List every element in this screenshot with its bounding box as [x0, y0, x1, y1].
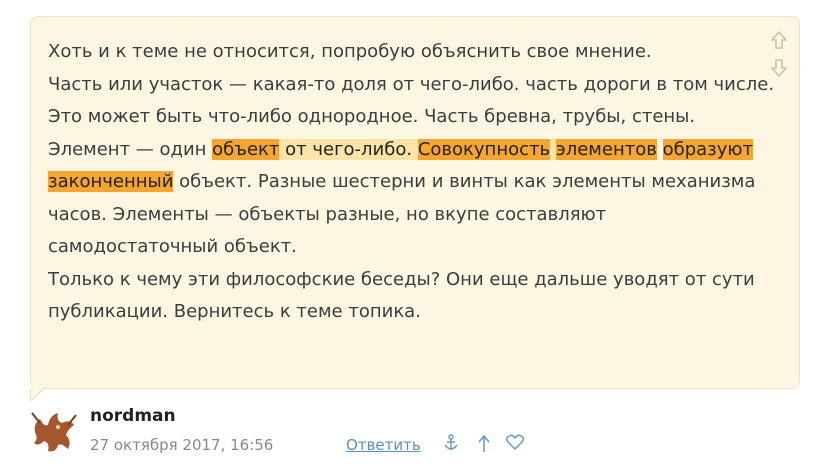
comment-date: 27 октября 2017, 16:56	[90, 436, 274, 454]
text-segment: Часть или участок — какая-то доля от чег…	[48, 73, 775, 128]
heart-icon[interactable]	[505, 434, 525, 456]
text-segment: Хоть и к теме не относится, попробую объ…	[48, 41, 652, 62]
vote-up-icon[interactable]	[768, 30, 790, 52]
highlighted-term: Совокупность	[417, 138, 551, 160]
highlighted-phrase: от чего-либо.	[285, 138, 413, 160]
anchor-icon[interactable]	[441, 434, 461, 456]
text-segment	[550, 138, 556, 160]
text-segment	[657, 139, 663, 160]
avatar[interactable]	[28, 405, 78, 455]
comment-text: Хоть и к теме не относится, попробую объ…	[48, 36, 778, 329]
reply-link[interactable]: Ответить	[346, 436, 421, 454]
vote-down-icon[interactable]	[768, 58, 790, 80]
text-segment: Только к чему эти философские беседы? Он…	[48, 268, 755, 323]
bubble-tail-fill	[31, 387, 45, 399]
comment-paragraph-1: Хоть и к теме не относится, попробую объ…	[48, 36, 778, 69]
highlighted-term: законченный	[48, 171, 174, 192]
highlighted-term: объект	[212, 138, 280, 160]
highlighted-term: образуют	[662, 138, 754, 160]
parent-arrow-icon[interactable]	[474, 434, 494, 456]
comment-paragraph-2: Часть или участок — какая-то доля от чег…	[48, 69, 778, 134]
comment-paragraph-3: Элемент — один объект от чего-либо. Сово…	[48, 134, 778, 264]
author-name[interactable]: nordman	[90, 406, 176, 426]
dragon-avatar-icon	[31, 412, 77, 452]
text-segment	[412, 138, 418, 160]
comment-paragraph-4: Только к чему эти философские беседы? Он…	[48, 264, 778, 329]
highlighted-term: элементов	[555, 138, 657, 160]
text-segment: Элемент — один	[48, 138, 213, 160]
